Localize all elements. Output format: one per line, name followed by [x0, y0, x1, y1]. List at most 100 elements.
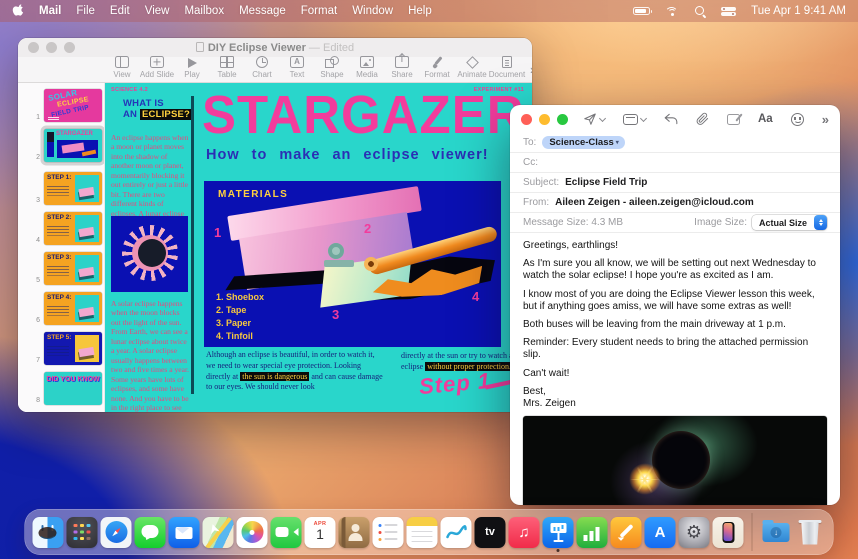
menu-message[interactable]: Message [239, 5, 286, 17]
dock-photos-icon[interactable] [237, 517, 268, 548]
slide-canvas[interactable]: SCIENCE 4.2 EXPERIMENT #11 WHAT IS AN EC… [105, 83, 532, 412]
slide-thumbnail-7[interactable]: STEP 5: [44, 332, 102, 365]
caution-text-left[interactable]: Although an eclipse is beautiful, in ord… [206, 350, 384, 393]
tool-share[interactable]: Share [390, 56, 414, 79]
tool-play[interactable]: Play [180, 58, 204, 79]
slide-thumbnail-2-selected[interactable]: STARGAZER [44, 129, 102, 162]
subject-field[interactable]: Subject: Eclipse Field Trip [510, 173, 840, 193]
sun-eclipse-illustration[interactable] [111, 216, 188, 292]
zoom-button[interactable] [557, 114, 568, 125]
tool-chart[interactable]: Chart [250, 56, 274, 79]
spotlight-search-icon[interactable] [694, 5, 706, 17]
dock-appletv-icon[interactable] [475, 517, 506, 548]
control-center-icon[interactable] [721, 7, 736, 16]
step-1-callout[interactable]: Step 1 [418, 368, 492, 400]
wifi-icon[interactable] [665, 6, 679, 17]
window-title: DIY Eclipse Viewer — Edited [18, 42, 532, 54]
apple-menu-icon[interactable] [12, 4, 24, 18]
dock-freeform-icon[interactable] [441, 517, 472, 548]
dock-appstore-icon[interactable] [645, 517, 676, 548]
emoji-button[interactable] [791, 113, 804, 126]
materials-box[interactable]: MATERIALS 1 2 3 4 1. Shoebox [204, 181, 501, 347]
from-field[interactable]: From: Aileen Zeigen - aileen.zeigen@iclo… [510, 193, 840, 213]
tool-add-slide[interactable]: Add Slide [145, 56, 169, 79]
tool-table[interactable]: Table [215, 56, 239, 79]
reply-button[interactable] [664, 113, 678, 125]
tool-shape[interactable]: Shape [320, 56, 344, 79]
battery-icon[interactable] [633, 7, 650, 15]
tape-illustration [324, 243, 354, 267]
slide-thumbnail-6[interactable]: STEP 4: [44, 292, 102, 325]
message-body[interactable]: Greetings, earthlings! As I'm sure you a… [510, 233, 840, 505]
header-fields-button[interactable] [623, 114, 646, 125]
document-proxy-icon[interactable] [196, 42, 204, 52]
toolbar-overflow-chevron[interactable]: » [822, 112, 829, 127]
dock-iphone-mirroring-icon[interactable] [713, 517, 744, 548]
slide-thumb-row-7: 7 STEP 5: [31, 332, 104, 365]
markup-button[interactable] [727, 114, 740, 125]
close-button[interactable] [521, 114, 532, 125]
eclipse-photo-attachment[interactable] [523, 416, 827, 505]
fonts-button[interactable]: Aa [758, 113, 773, 125]
menu-mail[interactable]: Mail [39, 5, 61, 17]
menu-file[interactable]: File [76, 5, 95, 17]
attach-button[interactable] [696, 112, 709, 126]
dock-trash-icon[interactable] [795, 517, 826, 548]
dock-mail-icon[interactable] [169, 517, 200, 548]
moon-silhouette [138, 239, 166, 267]
dock-music-icon[interactable] [509, 517, 540, 548]
slide-thumbnail-8[interactable]: DID YOU KNOW [44, 372, 102, 405]
tool-document[interactable]: Document [495, 56, 519, 79]
add-slide-icon [150, 56, 164, 68]
slide-thumb-row-6: 6 STEP 4: [31, 292, 104, 325]
dock-launchpad-icon[interactable] [67, 517, 98, 548]
eclipse-paragraph-2[interactable]: A solar eclipse happens when the moon bl… [111, 299, 191, 412]
dock-contacts-icon[interactable] [339, 517, 370, 548]
menu-view[interactable]: View [145, 5, 170, 17]
slide-subtitle[interactable]: How to make an eclipse viewer! [206, 147, 489, 163]
dock-pages-icon[interactable] [611, 517, 642, 548]
slide-thumbnail-4[interactable]: STEP 2: [44, 212, 102, 245]
body-paragraph: Reminder: Every student needs to bring t… [523, 337, 827, 361]
menubar-clock[interactable]: Tue Apr 1 9:41 AM [751, 5, 846, 17]
tool-format[interactable]: Format [425, 56, 449, 79]
toolbar-overflow-chevron[interactable]: » [530, 62, 532, 77]
image-size-select[interactable]: Actual Size [752, 215, 827, 230]
tool-media[interactable]: Media [355, 56, 379, 79]
keynote-window: DIY Eclipse Viewer — Edited View Add Sli… [18, 38, 532, 412]
to-field[interactable]: To: Science-Class▾ [510, 133, 840, 153]
slide-thumb-row-2: 2 STARGAZER [31, 129, 104, 162]
cc-field[interactable]: Cc: [510, 153, 840, 173]
minimize-button[interactable] [539, 114, 550, 125]
menu-mailbox[interactable]: Mailbox [184, 5, 224, 17]
dock-safari-icon[interactable] [101, 517, 132, 548]
tool-text[interactable]: Text [285, 56, 309, 79]
course-label[interactable]: SCIENCE 4.2 [111, 87, 148, 93]
dock-maps-icon[interactable] [203, 517, 234, 548]
slide-title[interactable]: STARGAZER [202, 83, 525, 146]
dock-reminders-icon[interactable] [373, 517, 404, 548]
tool-animate[interactable]: Animate [460, 57, 484, 79]
menu-help[interactable]: Help [408, 5, 432, 17]
slide-thumbnail-3[interactable]: STEP 1: [44, 172, 102, 205]
slide-thumbnail-1[interactable]: SOLAR ECLIPSE FIELD TRIP [44, 89, 102, 122]
dock-settings-icon[interactable] [679, 517, 710, 548]
dock-calendar-icon[interactable]: APR1 [305, 517, 336, 548]
recipient-token[interactable]: Science-Class▾ [542, 136, 624, 149]
dock-finder-icon[interactable] [33, 517, 64, 548]
dock-messages-icon[interactable] [135, 517, 166, 548]
tool-view[interactable]: View [110, 56, 134, 79]
what-is-heading[interactable]: WHAT IS AN ECLIPSE? [123, 98, 192, 121]
menu-edit[interactable]: Edit [110, 5, 130, 17]
dock-numbers-icon[interactable] [577, 517, 608, 548]
dock-downloads-icon[interactable] [761, 517, 792, 548]
chart-icon [256, 56, 268, 68]
dock-notes-icon[interactable] [407, 517, 438, 548]
menu-format[interactable]: Format [301, 5, 337, 17]
slide-thumbnail-5[interactable]: STEP 3: [44, 252, 102, 285]
dock-facetime-icon[interactable] [271, 517, 302, 548]
send-button[interactable] [583, 112, 605, 126]
dock-keynote-icon[interactable] [543, 517, 574, 548]
menu-window[interactable]: Window [352, 5, 393, 17]
send-options-chevron[interactable] [599, 114, 606, 121]
